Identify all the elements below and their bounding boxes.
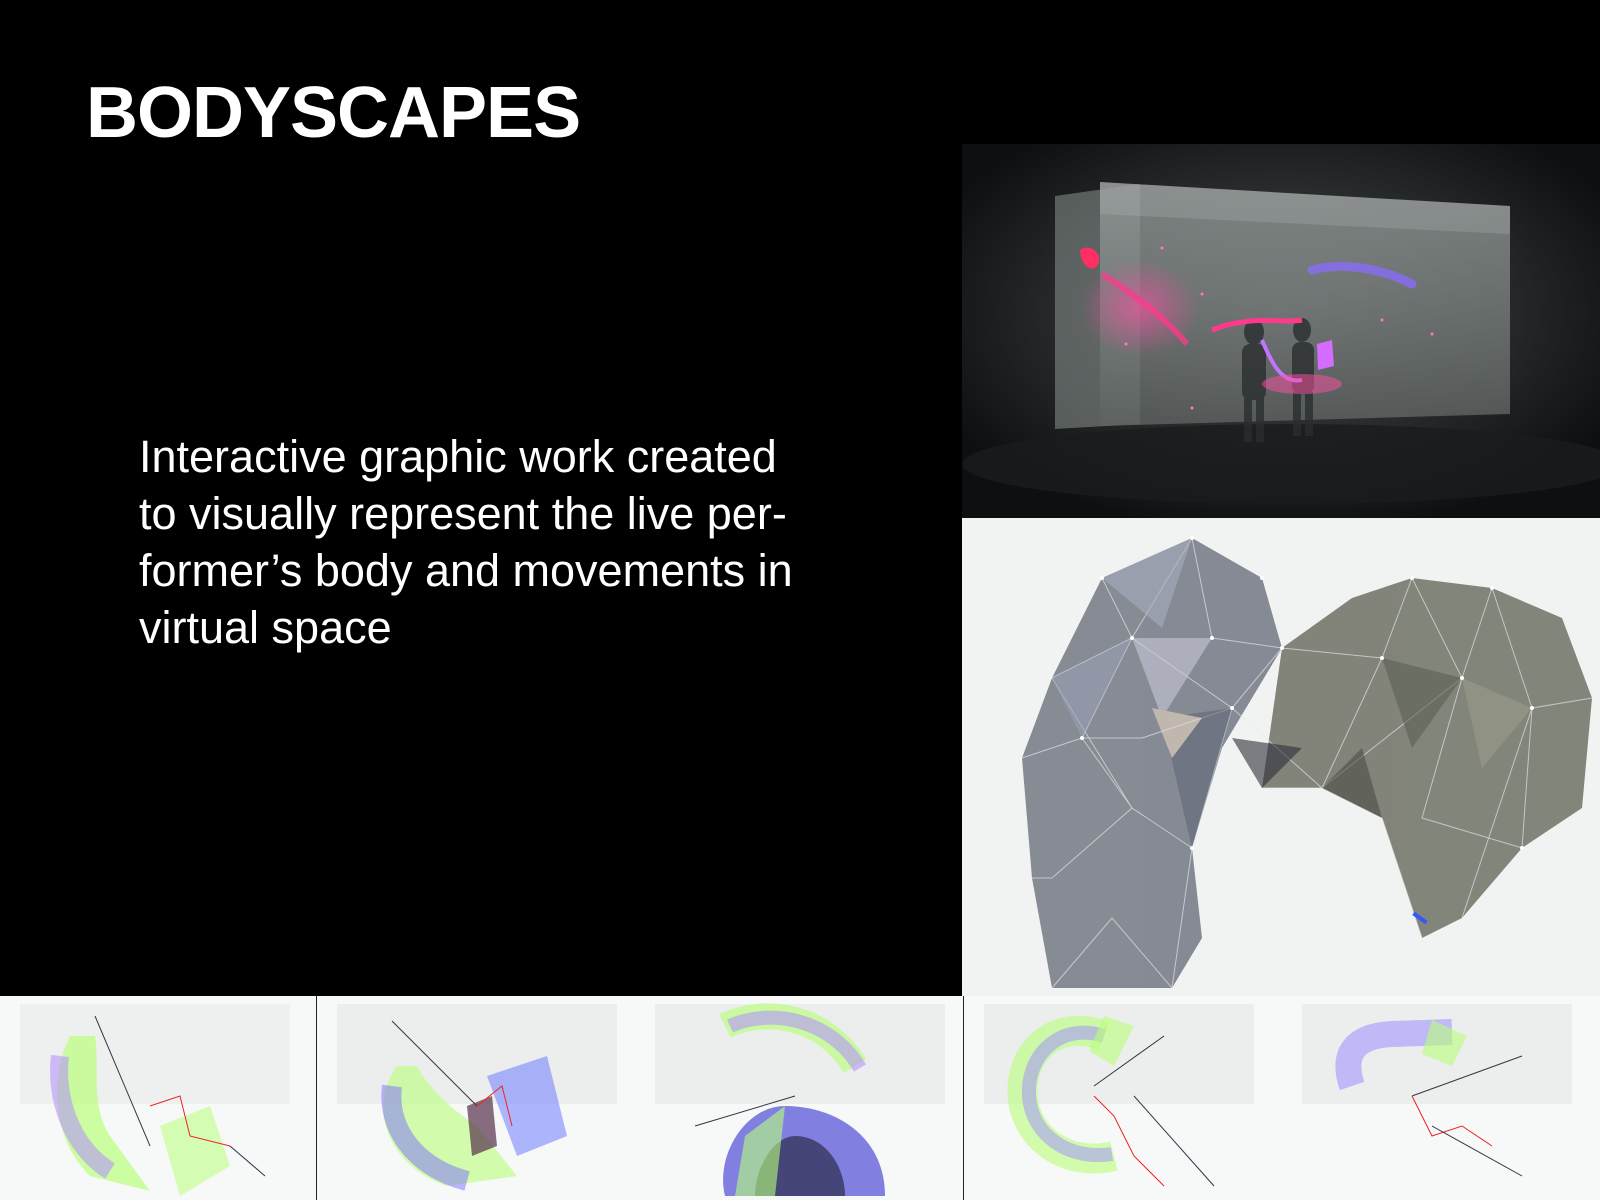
page-title: BODYSCAPES xyxy=(86,73,581,153)
description-line: Interactive graphic work created xyxy=(139,431,777,482)
description-line: former’s body and movements in xyxy=(139,545,793,596)
thumbnail-frame-4 xyxy=(964,996,1282,1200)
thumbnail-frame-5 xyxy=(1282,996,1600,1200)
thumbnail-strip xyxy=(0,996,1600,1200)
description-text: Interactive graphic work created to visu… xyxy=(139,428,859,656)
description-line: virtual space xyxy=(139,602,392,653)
stage-projection-image xyxy=(962,144,1600,518)
thumbnail-frame-3 xyxy=(645,996,963,1200)
description-line: to visually represent the live per- xyxy=(139,488,787,539)
thumbnail-frame-1 xyxy=(0,996,316,1200)
body-mesh-image xyxy=(962,518,1600,996)
thumbnail-frame-2 xyxy=(317,996,645,1200)
